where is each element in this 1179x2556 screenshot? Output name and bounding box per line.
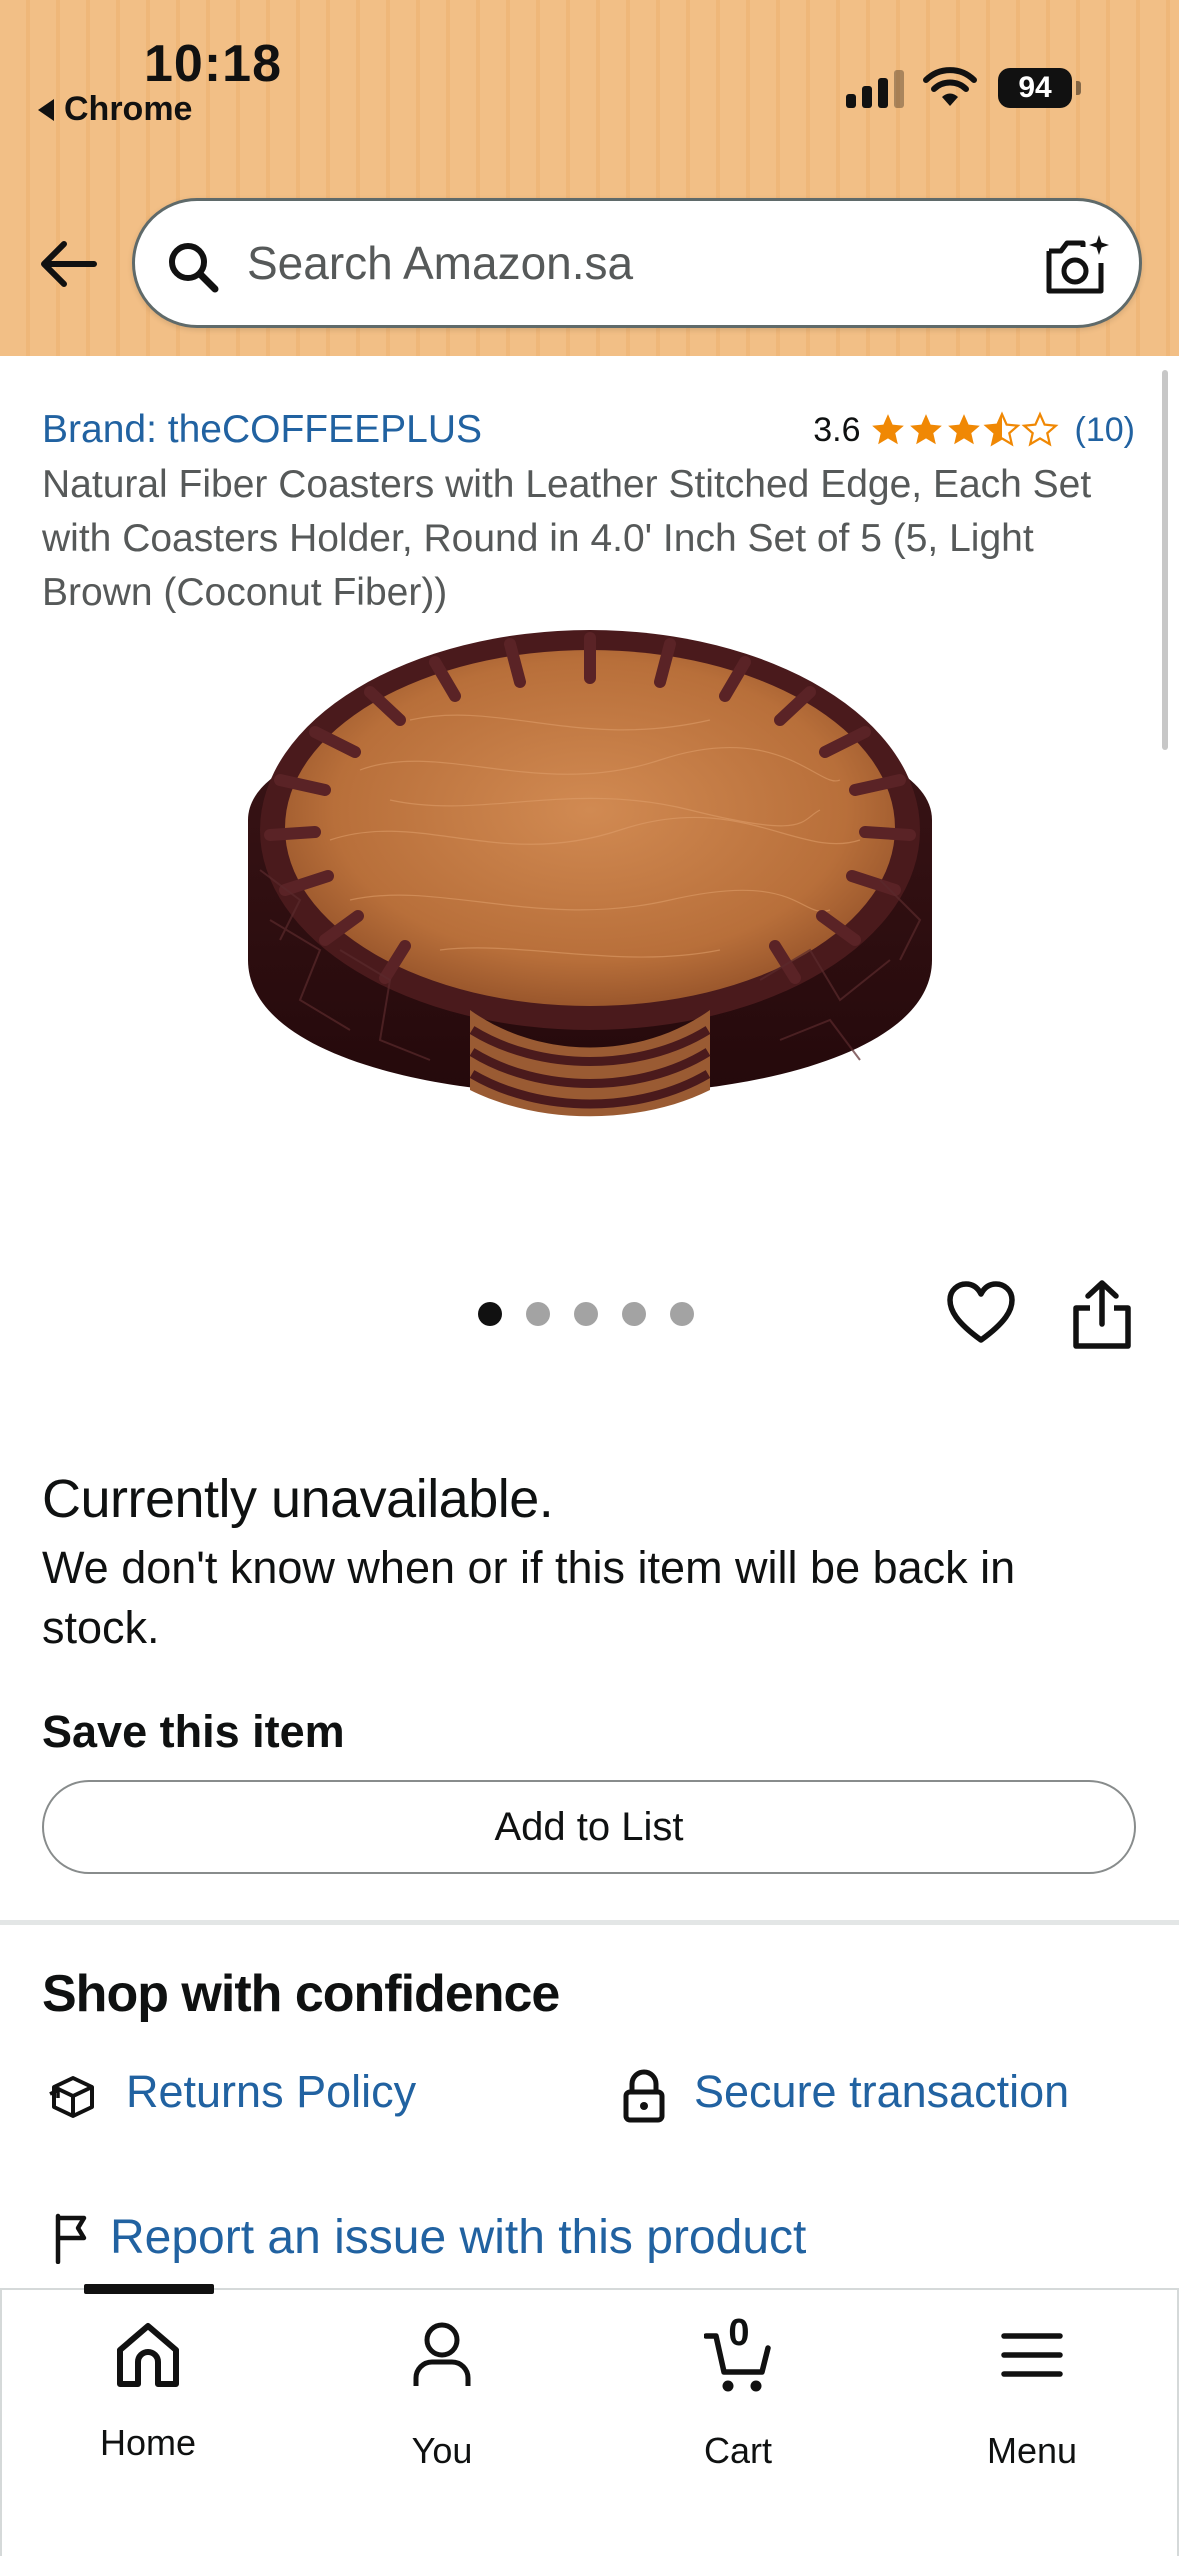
star-icon <box>871 414 904 445</box>
search-bar[interactable] <box>132 198 1142 328</box>
camera-icon[interactable] <box>1043 233 1111 299</box>
top-header: 10:18 Chrome 94 <box>0 0 1179 356</box>
menu-icon <box>1001 2333 1063 2377</box>
nav-home-label: Home <box>99 2422 197 2463</box>
star-icon <box>947 414 980 445</box>
lock-icon <box>623 2069 665 2123</box>
bottom-nav: Home You 0 Cart Menu <box>0 2284 1179 2556</box>
section-divider <box>0 1920 1179 1925</box>
nav-cart-label: Cart <box>703 2430 772 2471</box>
image-pager[interactable] <box>478 1302 694 1326</box>
rating-row[interactable]: 3.6 (10) <box>813 408 1135 452</box>
signal-icon <box>846 68 904 108</box>
star-icon <box>909 414 942 445</box>
search-icon <box>169 243 219 293</box>
rating-value: 3.6 <box>813 410 861 449</box>
rating-stars <box>869 411 1059 449</box>
user-icon <box>413 2322 471 2386</box>
add-to-list-button[interactable]: Add to List <box>42 1780 1136 1874</box>
cart-count: 0 <box>728 2312 750 2354</box>
pager-dot[interactable] <box>478 1302 502 1326</box>
returns-policy-link[interactable]: Returns Policy <box>126 2066 416 2118</box>
secure-transaction-link[interactable]: Secure transaction <box>694 2066 1069 2118</box>
flag-icon <box>55 2213 87 2264</box>
back-triangle-icon <box>38 98 54 121</box>
product-page: 10:18 Chrome 94 Search Amazon.sa Brand: … <box>0 0 1179 2556</box>
nav-home[interactable]: Home <box>48 2320 248 2500</box>
nav-you[interactable]: You <box>342 2320 542 2500</box>
heart-icon[interactable] <box>946 1280 1016 1346</box>
pager-dot[interactable] <box>670 1302 694 1326</box>
brand-link[interactable]: Brand: theCOFFEEPLUS <box>42 408 482 452</box>
back-to-app[interactable]: Chrome <box>38 90 192 129</box>
battery-icon: 94 <box>998 68 1081 108</box>
nav-cart[interactable]: 0 Cart <box>638 2312 838 2500</box>
nav-menu[interactable]: Menu <box>932 2320 1132 2500</box>
nav-active-indicator <box>84 2284 214 2294</box>
pager-dot[interactable] <box>526 1302 550 1326</box>
confidence-heading: Shop with confidence <box>42 1965 560 2023</box>
product-image[interactable] <box>240 620 940 1210</box>
product-title: Natural Fiber Coasters with Leather Stit… <box>42 463 1092 614</box>
back-app-label: Chrome <box>64 90 193 128</box>
availability-heading: Currently unavailable. <box>42 1469 554 1529</box>
wifi-icon <box>923 67 977 106</box>
pager-dot[interactable] <box>574 1302 598 1326</box>
star-half-icon <box>983 411 1021 447</box>
availability-message: We don't know when or if this item will … <box>42 1542 1016 1653</box>
back-arrow-icon[interactable] <box>36 232 100 296</box>
share-icon[interactable] <box>1070 1278 1134 1350</box>
home-icon <box>117 2323 179 2387</box>
status-time: 10:18 <box>144 35 282 93</box>
search-input[interactable] <box>247 231 947 295</box>
nav-you-label: You <box>411 2430 473 2471</box>
scrollbar[interactable] <box>1162 370 1168 750</box>
nav-menu-label: Menu <box>986 2430 1078 2471</box>
report-issue-link[interactable]: Report an issue with this product <box>110 2210 806 2265</box>
pager-dot[interactable] <box>622 1302 646 1326</box>
save-item-label: Save this item <box>42 1706 345 1757</box>
star-empty-icon <box>1021 411 1059 447</box>
returns-box-icon <box>49 2076 94 2118</box>
rating-count[interactable]: (10) <box>1075 411 1135 450</box>
